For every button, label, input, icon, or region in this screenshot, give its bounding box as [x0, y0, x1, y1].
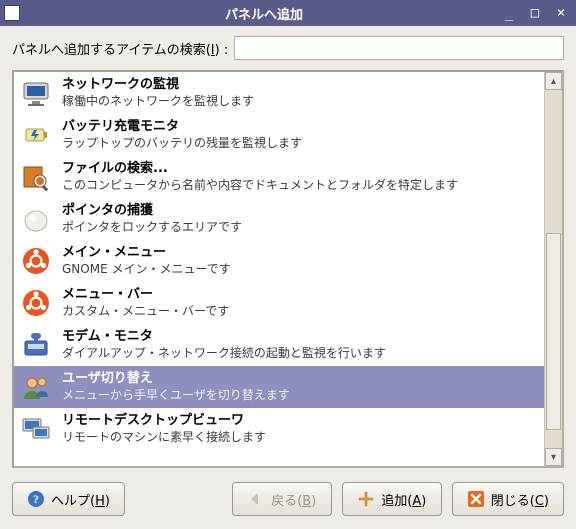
help-icon: ?	[27, 490, 45, 508]
ubuntu-logo-icon	[20, 287, 52, 319]
remote-desktop-icon	[20, 413, 52, 445]
list-item[interactable]: リモートデスクトップビューワリモートのマシンに素早く接続します	[14, 408, 544, 450]
list-item-desc: このコンピュータから名前や内容でドキュメントとフォルダを特定します	[62, 178, 536, 193]
list-item-text: ユーザ切り替えメニューから手早くユーザを切り替えます	[62, 371, 536, 402]
list-item[interactable]: メイン・メニューGNOME メイン・メニューです	[14, 240, 544, 282]
button-row: ? ヘルプ(H) 戻る(B) 追加(A)	[12, 482, 564, 516]
scroll-up-button[interactable]: ▴	[545, 72, 562, 90]
list-item-text: メイン・メニューGNOME メイン・メニューです	[62, 245, 536, 276]
list-item-text: ネットワークの監視稼働中のネットワークを監視します	[62, 77, 536, 108]
help-button[interactable]: ? ヘルプ(H)	[12, 482, 125, 516]
close-button[interactable]: 閉じる(C)	[452, 482, 564, 516]
list-item-title: メニュー・バー	[62, 287, 536, 303]
close-window-button[interactable]: ×	[552, 4, 570, 22]
back-label: 戻る(B)	[271, 490, 316, 509]
help-label: ヘルプ(H)	[51, 490, 110, 509]
applet-list[interactable]: ネットワークの監視稼働中のネットワークを監視しますバッテリ充電モニタラップトップ…	[14, 72, 544, 466]
user-switch-icon	[20, 371, 52, 403]
list-item-desc: ダイアルアップ・ネットワーク接続の起動と監視を行います	[62, 346, 536, 361]
list-item-text: リモートデスクトップビューワリモートのマシンに素早く接続します	[62, 413, 536, 444]
window-title: パネルへ追加	[28, 4, 500, 23]
add-label: 追加(A)	[381, 490, 426, 509]
list-item[interactable]: ネットワークの監視稼働中のネットワークを監視します	[14, 72, 544, 114]
list-item-desc: GNOME メイン・メニューです	[62, 262, 536, 277]
list-item-title: メイン・メニュー	[62, 245, 536, 261]
list-item-desc: ラップトップのバッテリの残量を監視します	[62, 136, 536, 151]
file-search-icon	[20, 161, 52, 193]
list-item-title: モデム・モニタ	[62, 329, 536, 345]
list-item[interactable]: モデム・モニタダイアルアップ・ネットワーク接続の起動と監視を行います	[14, 324, 544, 366]
list-item-title: リモートデスクトップビューワ	[62, 413, 536, 429]
dialog-window: パネルへ追加 _ □ × パネルへ追加するアイテムの検索(I) : ネットワーク…	[0, 0, 576, 528]
list-item-title: ファイルの検索...	[62, 161, 536, 177]
list-item-title: ネットワークの監視	[62, 77, 536, 93]
back-icon	[247, 490, 265, 508]
pointer-capture-icon	[20, 203, 52, 235]
add-button[interactable]: 追加(A)	[342, 482, 442, 516]
list-item-text: メニュー・バーカスタム・メニュー・バーです	[62, 287, 536, 318]
list-item-text: モデム・モニタダイアルアップ・ネットワーク接続の起動と監視を行います	[62, 329, 536, 360]
search-input[interactable]	[234, 36, 564, 60]
list-item-title: バッテリ充電モニタ	[62, 119, 536, 135]
svg-text:?: ?	[33, 492, 39, 506]
list-item[interactable]: ユーザ切り替えメニューから手早くユーザを切り替えます	[14, 366, 544, 408]
list-item-desc: メニューから手早くユーザを切り替えます	[62, 388, 536, 403]
list-item[interactable]: ファイルの検索...このコンピュータから名前や内容でドキュメントとフォルダを特定…	[14, 156, 544, 198]
minimize-button[interactable]: _	[500, 4, 518, 22]
scroll-track[interactable]	[545, 90, 562, 448]
app-icon	[4, 5, 20, 21]
battery-icon	[20, 119, 52, 151]
list-item-title: ポインタの捕獲	[62, 203, 536, 219]
network-monitor-icon	[20, 77, 52, 109]
back-button: 戻る(B)	[232, 482, 332, 516]
list-item[interactable]: バッテリ充電モニタラップトップのバッテリの残量を監視します	[14, 114, 544, 156]
add-icon	[357, 490, 375, 508]
list-item-desc: カスタム・メニュー・バーです	[62, 304, 536, 319]
search-row: パネルへ追加するアイテムの検索(I) :	[12, 36, 564, 60]
ubuntu-logo-icon	[20, 245, 52, 277]
dialog-body: パネルへ追加するアイテムの検索(I) : ネットワークの監視稼働中のネットワーク…	[0, 26, 576, 528]
list-item-title: ユーザ切り替え	[62, 371, 536, 387]
modem-icon	[20, 329, 52, 361]
list-item[interactable]: メニュー・バーカスタム・メニュー・バーです	[14, 282, 544, 324]
titlebar: パネルへ追加 _ □ ×	[0, 0, 576, 26]
list-item-desc: 稼働中のネットワークを監視します	[62, 94, 536, 109]
scroll-down-button[interactable]: ▾	[545, 448, 562, 466]
list-item-text: ポインタの捕獲ポインタをロックするエリアです	[62, 203, 536, 234]
list-item-desc: ポインタをロックするエリアです	[62, 220, 536, 235]
list-item-text: ファイルの検索...このコンピュータから名前や内容でドキュメントとフォルダを特定…	[62, 161, 536, 192]
close-icon	[467, 490, 485, 508]
scroll-thumb[interactable]	[546, 233, 561, 430]
search-label: パネルへ追加するアイテムの検索(I) :	[12, 39, 228, 58]
scrollbar[interactable]: ▴ ▾	[544, 72, 562, 466]
list-item[interactable]: ポインタの捕獲ポインタをロックするエリアです	[14, 198, 544, 240]
close-label: 閉じる(C)	[491, 490, 549, 509]
applet-list-wrap: ネットワークの監視稼働中のネットワークを監視しますバッテリ充電モニタラップトップ…	[12, 70, 564, 468]
maximize-button[interactable]: □	[526, 4, 544, 22]
list-item-desc: リモートのマシンに素早く接続します	[62, 430, 536, 445]
list-item-text: バッテリ充電モニタラップトップのバッテリの残量を監視します	[62, 119, 536, 150]
